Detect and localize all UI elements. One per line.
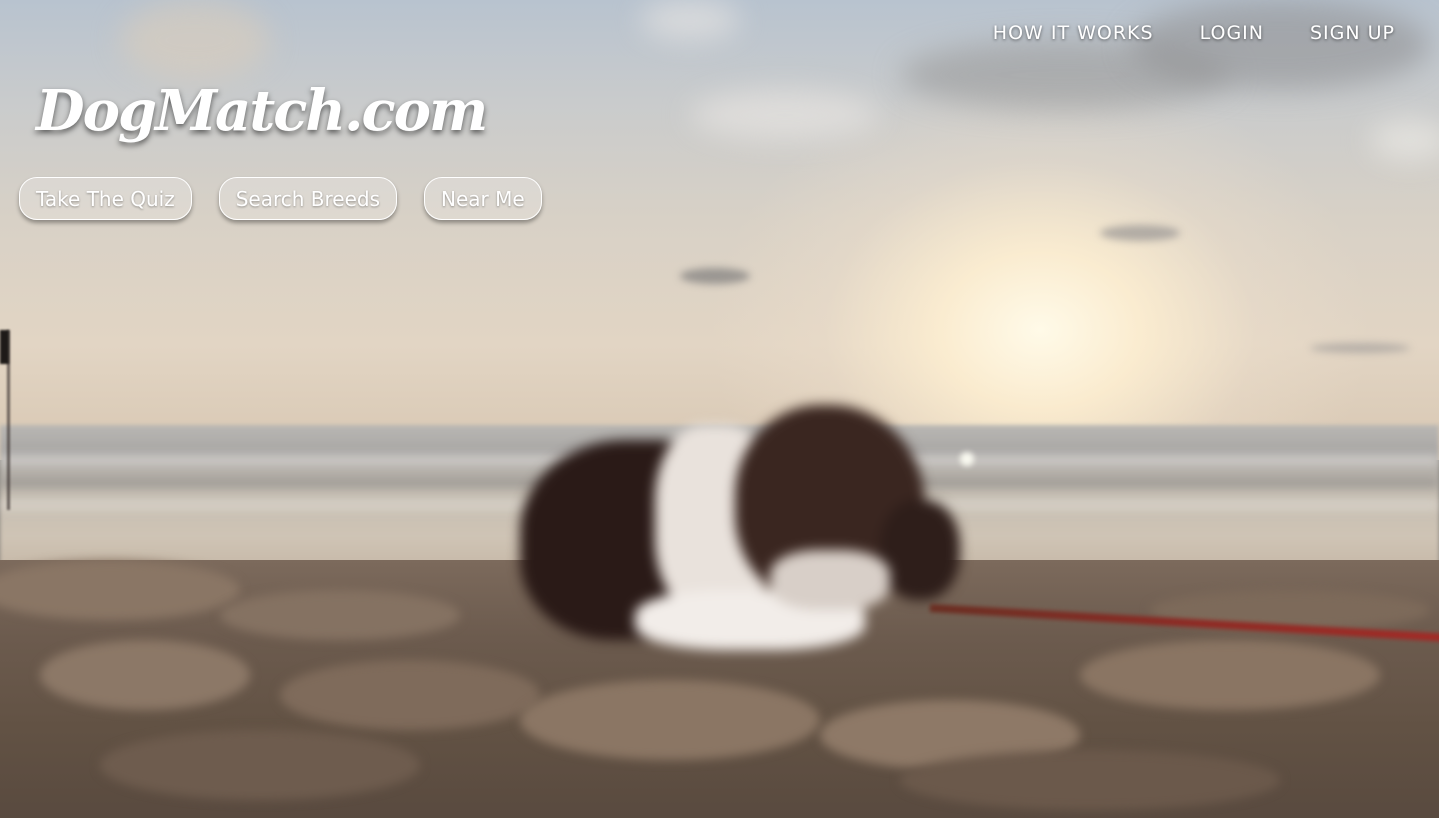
cloud xyxy=(1310,343,1410,353)
sand-clump xyxy=(220,590,460,640)
nav-sign-up-link[interactable]: SIGN UP xyxy=(1310,22,1395,44)
sand-clump xyxy=(900,750,1280,810)
take-the-quiz-button[interactable]: Take The Quiz xyxy=(19,177,192,220)
sun-glare xyxy=(960,452,974,466)
primary-actions: Take The Quiz Search Breeds Near Me xyxy=(19,177,542,220)
sand-clump xyxy=(1080,640,1380,710)
sand-clump xyxy=(280,660,540,730)
cloud xyxy=(680,268,750,284)
sand-clump xyxy=(40,640,250,710)
top-navigation: HOW IT WORKS LOGIN SIGN UP xyxy=(993,22,1395,44)
nav-login-link[interactable]: LOGIN xyxy=(1200,22,1264,44)
cloud xyxy=(1100,225,1180,241)
sand-clump xyxy=(100,730,420,800)
cloud xyxy=(1130,0,1430,90)
site-logo[interactable]: DogMatch.com xyxy=(36,78,488,144)
cloud xyxy=(640,0,740,40)
nav-how-it-works-link[interactable]: HOW IT WORKS xyxy=(993,22,1154,44)
cloud xyxy=(120,0,270,80)
sand-clump xyxy=(520,680,820,760)
cloud xyxy=(690,90,880,140)
flag xyxy=(0,330,9,364)
near-me-button[interactable]: Near Me xyxy=(424,177,542,220)
search-breeds-button[interactable]: Search Breeds xyxy=(218,177,398,220)
